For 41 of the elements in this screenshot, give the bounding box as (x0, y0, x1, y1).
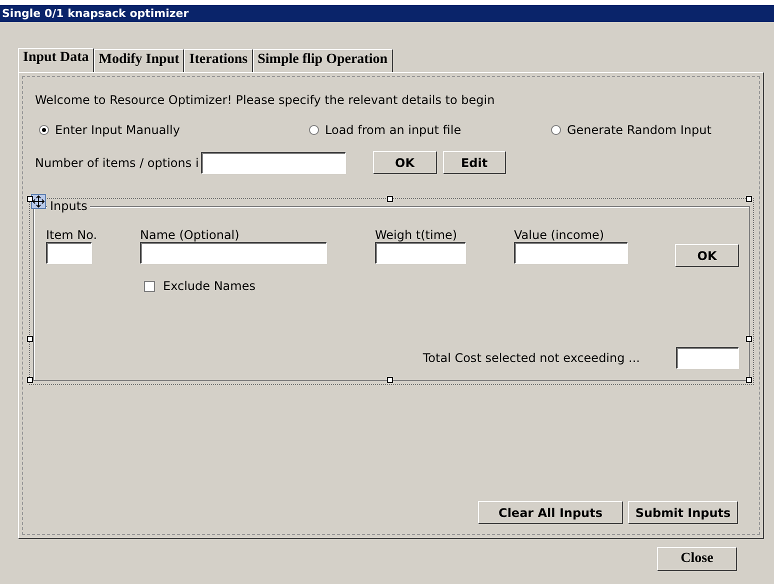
resize-handle[interactable] (387, 377, 393, 383)
ok-button[interactable]: OK (675, 244, 739, 267)
radio-label[interactable]: Load from an input file (325, 123, 462, 137)
action-button[interactable]: Clear All Inputs (478, 501, 623, 524)
resize-handle[interactable] (746, 336, 752, 342)
window-title: Single 0/1 knapsack optimizer (0, 5, 774, 22)
column-label: Weigh t(time) (375, 228, 458, 242)
total-cost-field[interactable] (676, 347, 739, 369)
move-icon[interactable] (31, 194, 46, 209)
group-title: Inputs (47, 199, 90, 213)
column-label: Name (Optional) (140, 228, 240, 242)
resize-handle[interactable] (387, 196, 393, 202)
checkbox-label[interactable]: Exclude Names (163, 279, 256, 293)
item-count-button[interactable]: Edit (442, 151, 506, 174)
tab[interactable]: Modify Input (94, 49, 184, 72)
resize-handle[interactable] (746, 196, 752, 202)
radio-label[interactable]: Generate Random Input (567, 123, 712, 137)
tab[interactable]: Iterations (184, 49, 253, 72)
column-label: Value (income) (514, 228, 606, 242)
input-field[interactable] (46, 242, 92, 264)
item-count-field[interactable] (200, 152, 346, 174)
radio-label[interactable]: Enter Input Manually (55, 123, 180, 137)
input-field[interactable] (514, 242, 628, 264)
close-button[interactable]: Close (657, 547, 737, 571)
resize-handle[interactable] (27, 336, 33, 342)
checkbox[interactable] (144, 280, 155, 292)
action-button[interactable]: Submit Inputs (628, 501, 738, 524)
input-field[interactable] (375, 242, 466, 264)
welcome-text: Welcome to Resource Optimizer! Please specify the relevant details to begin (35, 93, 496, 107)
input-field[interactable] (140, 242, 327, 264)
total-cost-label: Total Cost selected not exceeding ... (422, 351, 640, 365)
resize-handle[interactable] (27, 377, 33, 383)
item-count-label: Number of items / options i (35, 156, 199, 170)
radio-button[interactable] (309, 125, 319, 135)
resize-handle[interactable] (746, 377, 752, 383)
item-count-button[interactable]: OK (372, 151, 437, 174)
tab[interactable]: Input Data (18, 48, 94, 73)
radio-button[interactable] (551, 125, 561, 135)
radio-button[interactable] (39, 125, 49, 135)
tab[interactable]: Simple flip Operation (252, 49, 393, 72)
resize-handle[interactable] (27, 196, 33, 202)
